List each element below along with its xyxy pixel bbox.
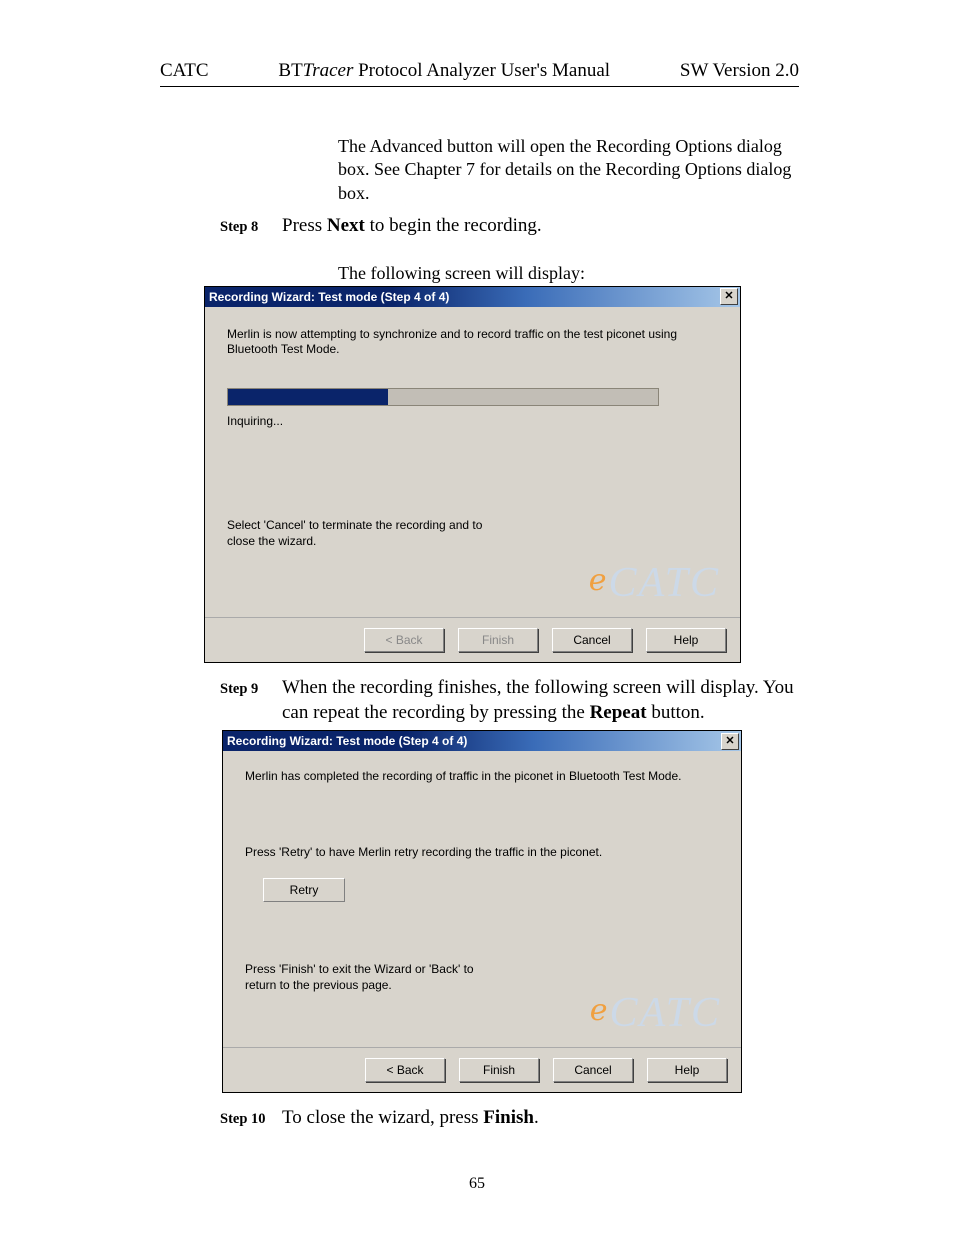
step-text: When the recording finishes, the followi… xyxy=(282,675,799,726)
step-label: Step 8 xyxy=(220,219,282,236)
step-label: Step 10 xyxy=(220,1111,282,1128)
recording-wizard-dialog-progress: Recording Wizard: Test mode (Step 4 of 4… xyxy=(204,286,741,663)
header-center: BTTracer Protocol Analyzer User's Manual xyxy=(278,60,610,82)
step-9-row: Step 9 When the recording finishes, the … xyxy=(160,675,799,726)
finish-hint: Press 'Finish' to exit the Wizard or 'Ba… xyxy=(245,962,505,993)
dialog-button-row: < Back Finish Cancel Help xyxy=(205,617,740,662)
cancel-hint: Select 'Cancel' to terminate the recordi… xyxy=(227,518,487,549)
caption-1: The following screen will display: xyxy=(338,263,799,284)
dialog-title: Recording Wizard: Test mode (Step 4 of 4… xyxy=(209,290,449,304)
finish-button[interactable]: Finish xyxy=(459,1058,539,1082)
header-right: SW Version 2.0 xyxy=(680,60,799,82)
cancel-button[interactable]: Cancel xyxy=(553,1058,633,1082)
step-10-row: Step 10 To close the wizard, press Finis… xyxy=(160,1105,799,1131)
cancel-button[interactable]: Cancel xyxy=(552,628,632,652)
dialog-body-text: Merlin has completed the recording of tr… xyxy=(245,769,719,785)
catc-logo: ℯCATC xyxy=(590,989,721,1037)
close-icon[interactable]: ✕ xyxy=(721,733,739,750)
step-8-row: Step 8 Press Next to begin the recording… xyxy=(160,213,799,239)
dialog-title: Recording Wizard: Test mode (Step 4 of 4… xyxy=(227,734,467,748)
catc-logo: ℯCATC xyxy=(589,559,720,607)
recording-wizard-dialog-complete: Recording Wizard: Test mode (Step 4 of 4… xyxy=(222,730,742,1093)
header-left: CATC xyxy=(160,60,209,82)
retry-hint: Press 'Retry' to have Merlin retry recor… xyxy=(245,845,719,861)
page-header: CATC BTTracer Protocol Analyzer User's M… xyxy=(160,60,799,87)
help-button[interactable]: Help xyxy=(647,1058,727,1082)
dialog-titlebar: Recording Wizard: Test mode (Step 4 of 4… xyxy=(205,287,740,307)
dialog-titlebar: Recording Wizard: Test mode (Step 4 of 4… xyxy=(223,731,741,751)
help-button[interactable]: Help xyxy=(646,628,726,652)
dialog-button-row: < Back Finish Cancel Help xyxy=(223,1047,741,1092)
page-number: 65 xyxy=(0,1175,954,1193)
step-text: To close the wizard, press Finish. xyxy=(282,1105,539,1131)
status-text: Inquiring... xyxy=(227,414,718,428)
finish-button[interactable]: Finish xyxy=(458,628,538,652)
intro-paragraph: The Advanced button will open the Record… xyxy=(338,135,799,205)
progress-bar xyxy=(227,388,659,406)
close-icon[interactable]: ✕ xyxy=(720,288,738,305)
step-text: Press Next to begin the recording. xyxy=(282,213,542,239)
retry-button[interactable]: Retry xyxy=(263,878,345,902)
step-label: Step 9 xyxy=(220,681,282,698)
back-button[interactable]: < Back xyxy=(364,628,444,652)
progress-fill xyxy=(228,389,388,405)
back-button[interactable]: < Back xyxy=(365,1058,445,1082)
dialog-body-text: Merlin is now attempting to synchronize … xyxy=(227,327,718,358)
